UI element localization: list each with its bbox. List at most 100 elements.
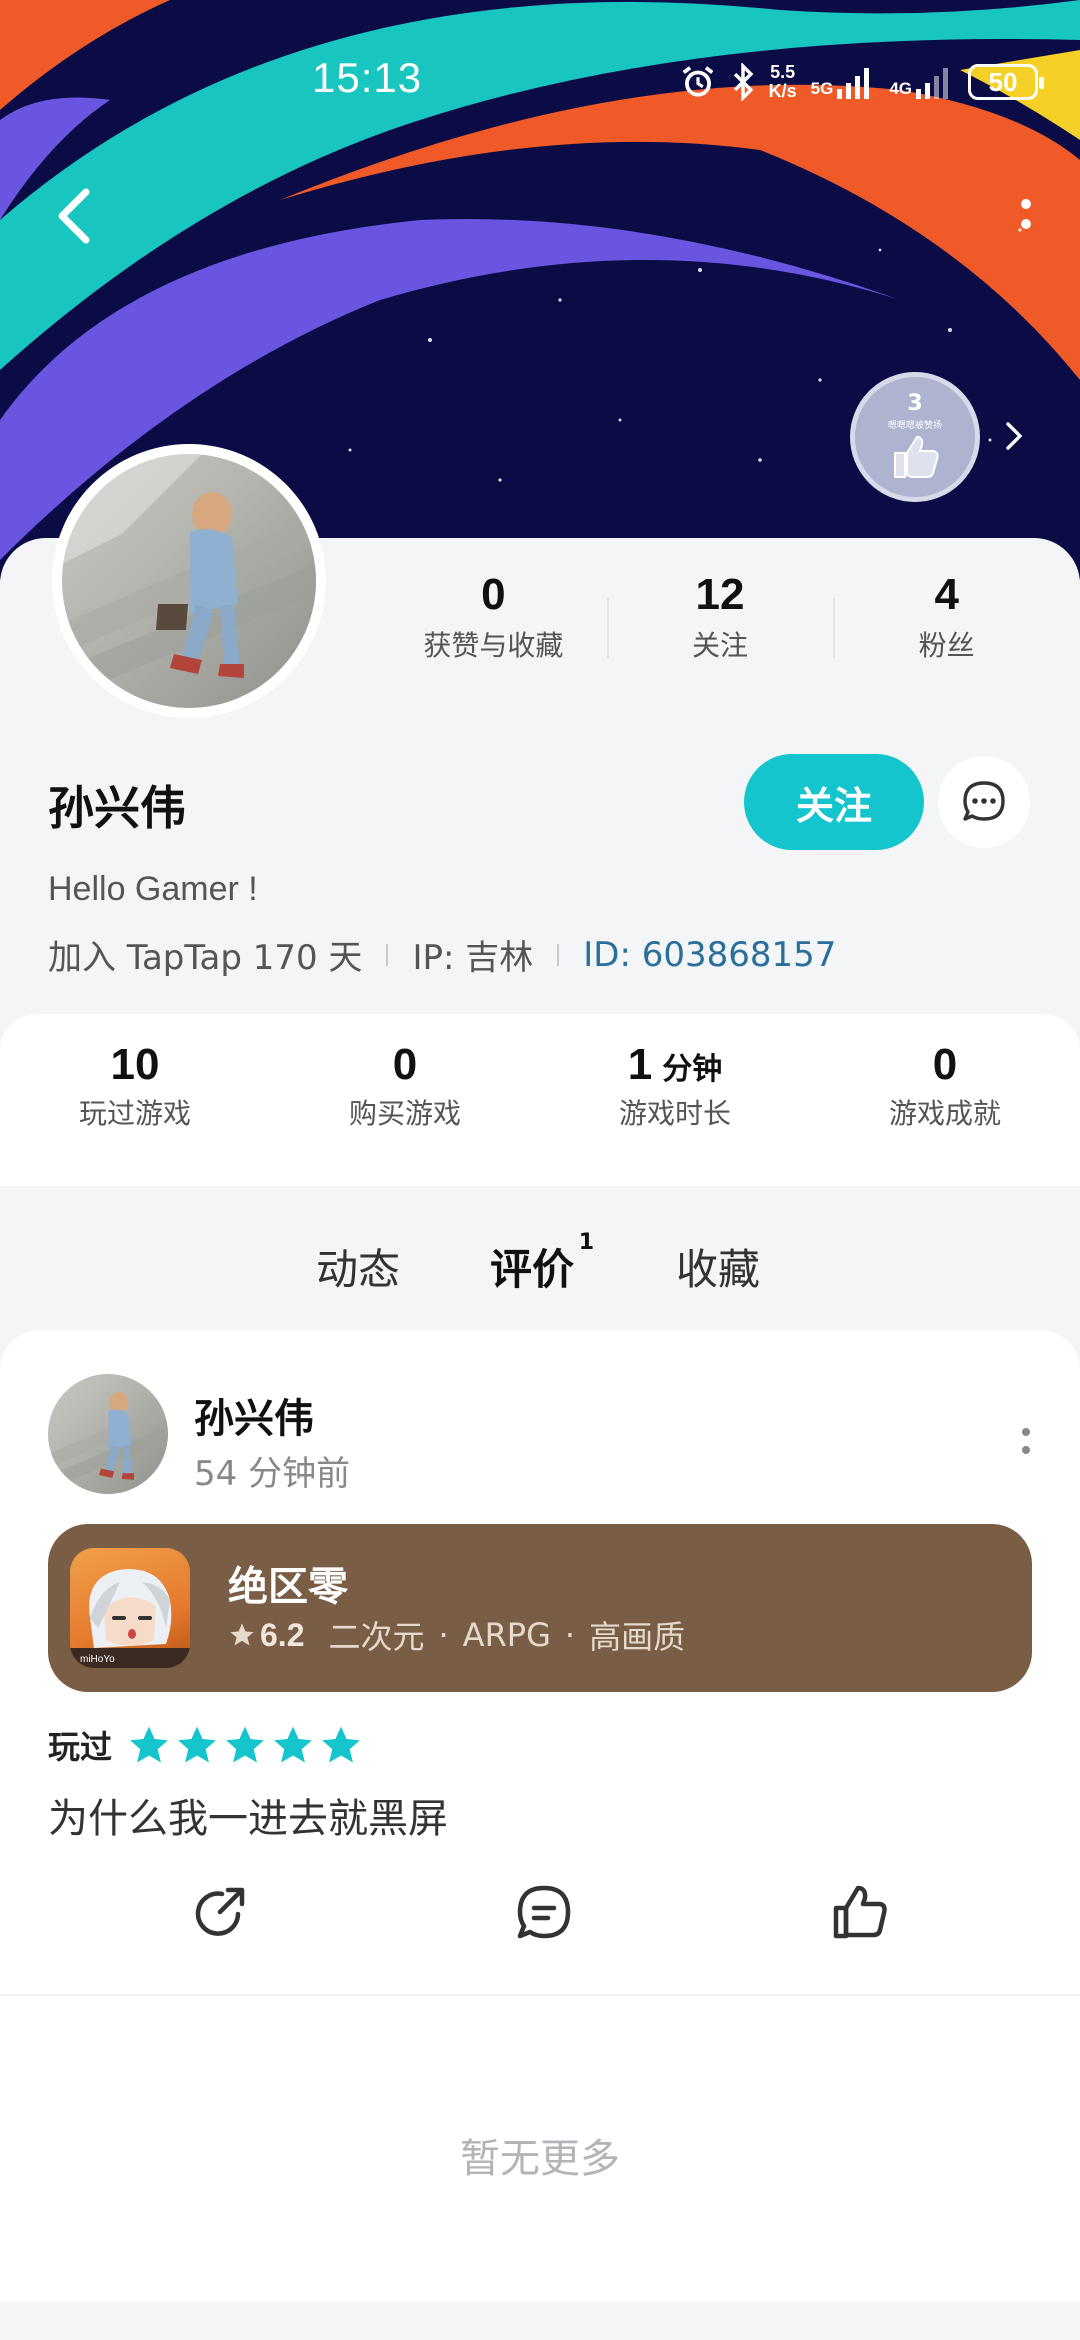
stat-likes-value: 0: [481, 570, 506, 619]
game-meta: 6.2 二次元 · ARPG · 高画质: [228, 1612, 685, 1658]
signal-5g-label: 5G: [810, 79, 834, 98]
badge-medal: 3 嗯嗯嗯被赞扬: [850, 372, 980, 502]
review-avatar-image: [48, 1391, 168, 1490]
level-badge[interactable]: 3 嗯嗯嗯被赞扬: [850, 372, 1030, 502]
no-more-text: 暂无更多: [460, 2136, 620, 2182]
chat-bubble-icon: [963, 781, 1005, 821]
bio: Hello Gamer !: [48, 870, 258, 908]
stat-likes-label: 获赞与收藏: [423, 629, 564, 662]
review-author-avatar[interactable]: [48, 1374, 168, 1494]
content-tabs: 动态 评价 1 收藏: [0, 1186, 1080, 1330]
review-card: 孙兴伟 54 分钟前 miHoYo 绝区零 6.2 二次元 · ARPG · 高…: [0, 1330, 1080, 1996]
more-vertical-icon[interactable]: [1014, 190, 1038, 240]
star-icon: [178, 1726, 216, 1763]
star-icon: [274, 1726, 312, 1763]
stat-play-time-label: 游戏时长: [618, 1097, 731, 1130]
game-tag: 高画质: [589, 1618, 686, 1656]
game-brand: miHoYo: [80, 1654, 115, 1665]
signal-bars-icon: [837, 68, 870, 99]
user-id[interactable]: ID: 603868157: [583, 935, 836, 975]
star-rating: [128, 1724, 362, 1766]
review-more-icon[interactable]: [1018, 1422, 1034, 1462]
message-button[interactable]: [938, 756, 1030, 848]
battery-indicator: 50: [968, 64, 1044, 100]
avatar-image: [62, 454, 316, 699]
list-end-area: 暂无更多: [0, 1996, 1080, 2302]
game-stats: 10 玩过游戏 0 购买游戏 1 分钟 游戏时长 0 游戏成就: [0, 1014, 1080, 1186]
stat-purchased-games[interactable]: 0 购买游戏: [270, 1014, 540, 1186]
review-text[interactable]: 为什么我一进去就黑屏: [48, 1786, 448, 1844]
network-speed: 5.5 K/s: [769, 63, 797, 101]
signal-4g: 4G: [889, 65, 954, 99]
stat-played-games[interactable]: 10 玩过游戏: [0, 1014, 270, 1186]
star-icon: [322, 1726, 360, 1763]
badge-name: 嗯嗯嗯被赞扬: [887, 421, 942, 431]
stat-achievements-label: 游戏成就: [888, 1097, 1001, 1130]
stat-followers[interactable]: 4 粉丝: [833, 570, 1060, 670]
status-time: 15:13: [312, 54, 423, 101]
stat-purchased-value: 0: [392, 1040, 418, 1089]
tab-reviews-count: 1: [578, 1230, 595, 1255]
star-icon: [130, 1726, 168, 1763]
status-bar: 15:13 5.5 K/s 5G 4G 50: [0, 40, 1080, 120]
stat-play-time-unit: 分钟: [662, 1053, 723, 1086]
stat-played-value: 10: [110, 1040, 160, 1089]
tag-dot: ·: [564, 1616, 576, 1654]
stat-following-value: 12: [695, 570, 745, 619]
follow-button[interactable]: 关注: [744, 754, 924, 850]
game-icon-art: miHoYo: [70, 1569, 190, 1668]
stat-following-label: 关注: [692, 629, 749, 662]
tab-favorites[interactable]: 收藏: [676, 1236, 760, 1297]
tab-feed-label: 动态: [316, 1245, 401, 1294]
game-icon: miHoYo: [70, 1548, 190, 1668]
profile-meta: 加入 TapTap 170 天 IP: 吉林 ID: 603868157: [48, 930, 836, 979]
game-name: 绝区零: [228, 1564, 348, 1610]
alarm-icon: [682, 66, 713, 97]
tab-reviews-label: 评价: [490, 1245, 575, 1294]
review-actions: [0, 1880, 1080, 1960]
ip-location: IP: 吉林: [412, 938, 534, 978]
back-arrow-icon[interactable]: [46, 180, 106, 250]
meta-separator: [386, 943, 389, 966]
tab-reviews[interactable]: 评价 1: [490, 1230, 594, 1297]
thumbs-up-icon: [894, 435, 939, 478]
signal-4g-label: 4G: [889, 79, 912, 98]
stat-played-label: 玩过游戏: [78, 1097, 191, 1130]
tag-dot: ·: [438, 1616, 449, 1654]
stat-likes[interactable]: 0 获赞与收藏: [380, 570, 607, 670]
speed-value: 5.5: [770, 62, 796, 82]
review-time: 54 分钟前: [194, 1454, 351, 1494]
signal-bars-icon-2: [916, 68, 948, 99]
game-tag: ARPG: [462, 1616, 551, 1654]
star-icon: [226, 1726, 264, 1763]
share-icon[interactable]: [188, 1880, 252, 1944]
review-author-name[interactable]: 孙兴伟: [194, 1386, 314, 1444]
chevron-right-icon: [1006, 422, 1023, 450]
game-rating: 6.2: [228, 1617, 304, 1654]
played-label: 玩过: [48, 1728, 113, 1766]
join-info: 加入 TapTap 170 天: [48, 938, 363, 978]
game-tag: 二次元: [328, 1618, 425, 1656]
badge-level: 3: [907, 391, 923, 416]
stat-followers-label: 粉丝: [918, 629, 975, 662]
stat-followers-value: 4: [934, 570, 959, 619]
signal-5g: 5G: [811, 65, 876, 99]
profile-stats: 0 获赞与收藏 12 关注 4 粉丝: [380, 570, 1060, 670]
bottom-strip: [0, 2302, 1080, 2340]
speed-unit: K/s: [768, 81, 797, 101]
status-icons: 5.5 K/s 5G 4G 50: [679, 60, 1044, 104]
comment-icon[interactable]: [512, 1880, 576, 1944]
stat-achievements[interactable]: 0 游戏成就: [810, 1014, 1080, 1186]
meta-separator: [557, 943, 560, 966]
avatar-photo: [62, 454, 316, 708]
rating-star-icon: [230, 1623, 254, 1646]
like-icon[interactable]: [828, 1880, 892, 1944]
stat-play-time-value: 1: [627, 1040, 653, 1089]
tab-feed[interactable]: 动态: [316, 1236, 400, 1297]
game-card[interactable]: miHoYo 绝区零 6.2 二次元 · ARPG · 高画质: [48, 1524, 1032, 1692]
avatar[interactable]: [52, 444, 326, 718]
stat-following[interactable]: 12 关注: [606, 570, 834, 670]
battery-level: 50: [988, 66, 1018, 97]
stat-play-time[interactable]: 1 分钟 游戏时长: [540, 1014, 810, 1186]
stat-achievements-value: 0: [932, 1040, 958, 1089]
